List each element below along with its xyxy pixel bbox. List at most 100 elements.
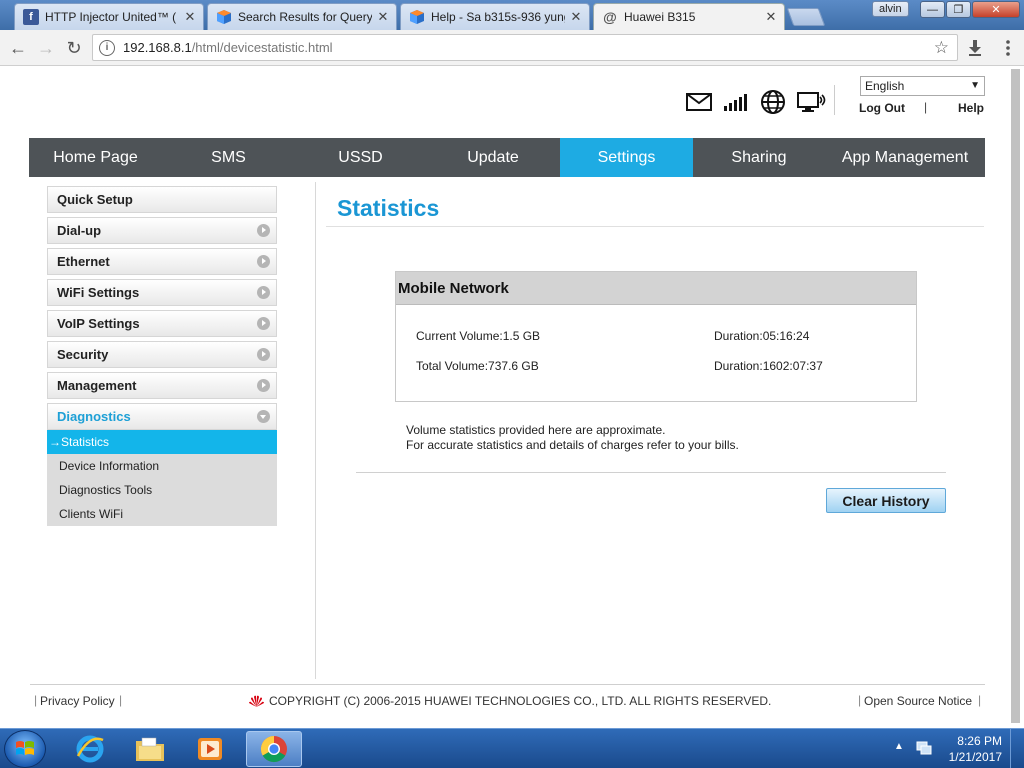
minimize-button[interactable]: — [920, 1, 945, 18]
info-icon[interactable]: i [99, 39, 115, 56]
help-link[interactable]: Help [958, 101, 984, 115]
facebook-icon: f [23, 9, 39, 25]
sidebar-item-label: Quick Setup [57, 192, 133, 207]
chrome-icon[interactable] [246, 731, 302, 767]
sidebar-item-label: Security [57, 347, 109, 362]
link-separator: | [924, 100, 928, 114]
scrollbar-thumb[interactable] [1011, 69, 1020, 723]
tab-title: Search Results for Query: [238, 10, 372, 24]
clock-time: 8:26 PM [957, 734, 1002, 748]
collapse-arrow-icon [257, 410, 270, 423]
expand-arrow-icon [257, 379, 270, 392]
footer-separator: | [978, 693, 982, 707]
window-close-button[interactable]: ✕ [972, 1, 1020, 18]
sidebar-item-ethernet[interactable]: Ethernet [47, 248, 277, 275]
reload-icon[interactable]: ↻ [62, 36, 86, 60]
close-tab-icon[interactable]: ✕ [376, 9, 390, 25]
sidebar-item-dial-up[interactable]: Dial-up [47, 217, 277, 244]
kaskus-icon [409, 9, 425, 25]
submenu-item-clients-wifi[interactable]: Clients WiFi [47, 502, 277, 526]
browser-tab-active[interactable]: @ Huawei B315 ✕ [593, 3, 785, 30]
address-bar[interactable]: i 192.168.8.1/html/devicestatistic.html … [92, 34, 958, 61]
expand-arrow-icon [257, 255, 270, 268]
note-line: Volume statistics provided here are appr… [406, 423, 666, 437]
nav-ussd[interactable]: USSD [295, 138, 426, 177]
close-tab-icon[interactable]: ✕ [183, 9, 197, 25]
statistics-note: Volume statistics provided here are appr… [406, 423, 739, 453]
forward-arrow-icon[interactable]: → [34, 36, 58, 60]
content-divider [315, 182, 316, 679]
router-header: English ▼ Log Out | Help [30, 67, 985, 137]
total-duration: Duration:1602:07:37 [714, 359, 823, 373]
browser-tab[interactable]: Help - Sa b315s-936 yung ✕ [400, 3, 590, 30]
page-scrollbar[interactable] [1007, 67, 1024, 728]
privacy-policy-link[interactable]: Privacy Policy [40, 694, 115, 708]
language-select[interactable]: English ▼ [860, 76, 985, 96]
expand-arrow-icon [257, 286, 270, 299]
bookmark-star-icon[interactable]: ☆ [934, 38, 949, 58]
header-divider [834, 85, 835, 115]
sidebar-item-label: WiFi Settings [57, 285, 140, 300]
web-page: English ▼ Log Out | Help Home Page SMS U… [0, 67, 1024, 728]
show-desktop-button[interactable] [1010, 729, 1024, 768]
title-divider [326, 226, 984, 227]
settings-sidebar: Quick Setup Dial-up Ethernet WiFi Settin… [47, 186, 277, 526]
logout-link[interactable]: Log Out [859, 101, 905, 115]
sidebar-item-security[interactable]: Security [47, 341, 277, 368]
browser-toolbar: ← → ↻ i 192.168.8.1/html/devicestatistic… [0, 30, 1024, 66]
sidebar-item-label: Dial-up [57, 223, 102, 238]
sidebar-item-label: VoIP Settings [57, 316, 140, 331]
submenu-item-device-information[interactable]: Device Information [47, 454, 277, 478]
nav-sms[interactable]: SMS [162, 138, 295, 177]
nav-home-page[interactable]: Home Page [29, 138, 162, 177]
clock-date: 1/21/2017 [948, 750, 1002, 764]
nav-sharing[interactable]: Sharing [693, 138, 825, 177]
sidebar-item-quick-setup[interactable]: Quick Setup [47, 186, 277, 213]
open-source-notice-link[interactable]: Open Source Notice [864, 694, 972, 708]
start-button[interactable] [4, 730, 46, 768]
footer-separator: | [34, 693, 38, 707]
windows-taskbar: ▲ 8:26 PM 1/21/2017 [0, 728, 1024, 768]
download-icon[interactable] [963, 36, 987, 60]
restore-button[interactable]: ❐ [946, 1, 971, 18]
browser-tab[interactable]: f HTTP Injector United™ ( ✕ [14, 3, 204, 30]
current-duration: Duration:05:16:24 [714, 329, 810, 343]
expand-arrow-icon [257, 348, 270, 361]
page-footer: | Privacy Policy | COPYRIGHT (C) 2006-20… [30, 693, 985, 710]
expand-arrow-icon [257, 317, 270, 330]
sidebar-item-management[interactable]: Management [47, 372, 277, 399]
new-tab-button[interactable] [786, 8, 826, 26]
nav-update[interactable]: Update [426, 138, 560, 177]
tab-title: Help - Sa b315s-936 yung [431, 10, 565, 24]
sidebar-item-wifi-settings[interactable]: WiFi Settings [47, 279, 277, 306]
mobile-network-panel: Mobile Network Current Volume:1.5 GB Dur… [395, 271, 917, 402]
taskbar-clock[interactable]: 8:26 PM 1/21/2017 [949, 733, 1002, 765]
submenu-item-statistics[interactable]: →Statistics [47, 430, 277, 454]
profile-badge[interactable]: alvin [872, 1, 909, 17]
close-tab-icon[interactable]: ✕ [764, 9, 778, 25]
globe-icon [760, 89, 786, 115]
tray-expand-icon[interactable]: ▲ [894, 741, 904, 752]
internet-explorer-icon[interactable] [62, 731, 118, 767]
nav-app-management[interactable]: App Management [825, 138, 985, 177]
browser-tab[interactable]: Search Results for Query: ✕ [207, 3, 397, 30]
dropdown-arrow-icon: ▼ [970, 80, 980, 91]
clear-history-button[interactable]: Clear History [826, 488, 946, 513]
tab-title: HTTP Injector United™ ( [45, 10, 177, 24]
file-explorer-icon[interactable] [122, 731, 178, 767]
monitor-wifi-icon [797, 91, 827, 113]
close-tab-icon[interactable]: ✕ [569, 9, 583, 25]
back-arrow-icon[interactable]: ← [6, 36, 30, 60]
menu-kebab-icon[interactable] [996, 36, 1020, 60]
system-tray: ▲ 8:26 PM 1/21/2017 [890, 729, 1024, 768]
sidebar-item-diagnostics[interactable]: Diagnostics [47, 403, 277, 430]
submenu-item-diagnostics-tools[interactable]: Diagnostics Tools [47, 478, 277, 502]
sidebar-item-label: Ethernet [57, 254, 110, 269]
signal-strength-icon [723, 93, 749, 111]
network-tray-icon[interactable] [916, 740, 932, 759]
envelope-icon[interactable] [686, 93, 712, 111]
media-player-icon[interactable] [182, 731, 238, 767]
sidebar-item-voip-settings[interactable]: VoIP Settings [47, 310, 277, 337]
nav-settings[interactable]: Settings [560, 138, 693, 177]
diagnostics-submenu: →Statistics Device Information Diagnosti… [47, 430, 277, 526]
